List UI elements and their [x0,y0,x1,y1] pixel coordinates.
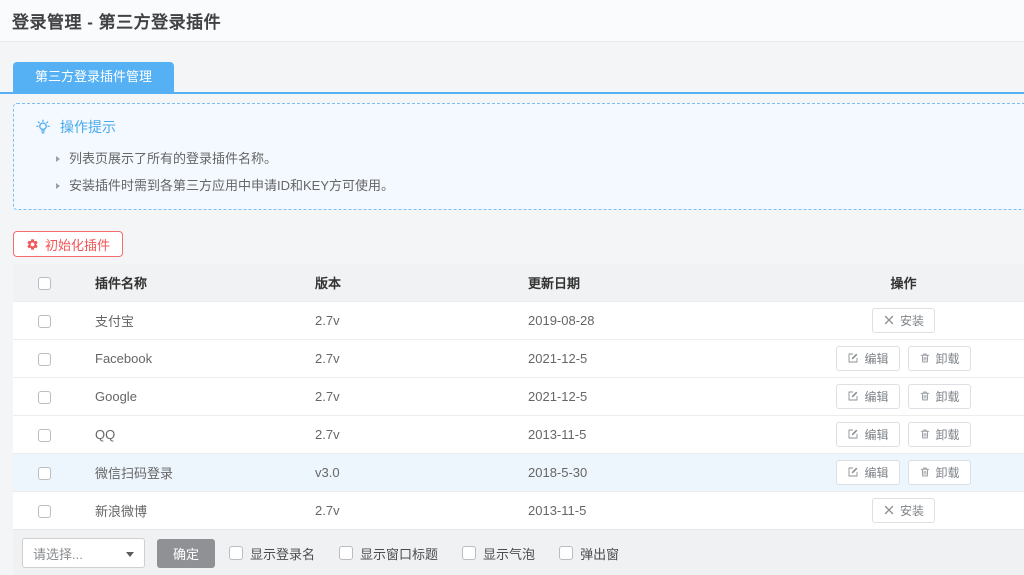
table-row: 支付宝2.7v2019-08-28 安装 [13,301,1024,339]
option-show-login-name[interactable]: 显示登录名 [229,544,315,563]
row-uninstall-button[interactable]: 卸载 [908,422,971,447]
plugin-name-cell: Facebook [75,339,295,377]
row-edit-button[interactable]: 编辑 [836,384,899,409]
update-date-cell: 2021-12-5 [508,377,783,415]
table-row: 新浪微博2.7v2013-11-5 安装 [13,491,1024,529]
table-header-row: 插件名称 版本 更新日期 操作 [13,264,1024,301]
confirm-button[interactable]: 确定 [157,539,215,568]
update-date-cell: 2019-08-28 [508,301,783,339]
trash-icon [919,466,931,478]
tab-strip: 第三方登录插件管理 [0,62,1024,94]
version-cell: 2.7v [295,339,508,377]
tip-item: 安装插件时需到各第三方应用中申请ID和KEY方可使用。 [56,172,1009,199]
operation-tips-panel: 操作提示 列表页展示了所有的登录插件名称。 安装插件时需到各第三方应用中申请ID… [13,103,1024,210]
tips-title: 操作提示 [60,117,116,137]
update-date-cell: 2018-5-30 [508,453,783,491]
version-cell: 2.7v [295,377,508,415]
trash-icon [919,428,931,440]
header-plugin-name: 插件名称 [75,264,295,301]
show-window-title-checkbox[interactable] [339,546,353,560]
row-checkbox[interactable] [38,315,51,328]
row-checkbox[interactable] [38,467,51,480]
version-cell: v3.0 [295,453,508,491]
tab-third-party-plugin-manage[interactable]: 第三方登录插件管理 [13,62,174,92]
option-show-window-title[interactable]: 显示窗口标题 [339,544,438,563]
edit-pencil-icon [847,466,859,478]
wrench-tools-icon [883,314,895,326]
row-checkbox[interactable] [38,353,51,366]
header-actions: 操作 [783,264,1024,301]
header-update-date: 更新日期 [508,264,783,301]
table-row: Facebook2.7v2021-12-5 编辑卸载 [13,339,1024,377]
row-checkbox[interactable] [38,505,51,518]
bullet-arrow-icon [56,156,60,162]
lightbulb-icon [34,118,52,136]
wrench-tools-icon [883,504,895,516]
update-date-cell: 2013-11-5 [508,491,783,529]
row-edit-button[interactable]: 编辑 [836,460,899,485]
plugin-name-cell: 支付宝 [75,301,295,339]
version-cell: 2.7v [295,491,508,529]
version-cell: 2.7v [295,415,508,453]
plugin-name-cell: 微信扫码登录 [75,453,295,491]
option-popup-window[interactable]: 弹出窗 [559,544,619,563]
row-uninstall-button[interactable]: 卸载 [908,384,971,409]
table-row: QQ2.7v2013-11-5 编辑卸载 [13,415,1024,453]
batch-action-select[interactable]: 请选择... [22,538,145,568]
page-header: 登录管理 - 第三方登录插件 [0,0,1024,42]
init-plugin-button[interactable]: 初始化插件 [13,231,123,257]
show-login-name-checkbox[interactable] [229,546,243,560]
caret-down-icon [126,552,134,557]
option-show-bubble[interactable]: 显示气泡 [462,544,535,563]
edit-pencil-icon [847,390,859,402]
gear-icon [26,238,39,251]
plugin-name-cell: 新浪微博 [75,491,295,529]
bullet-arrow-icon [56,183,60,189]
table-row: 微信扫码登录v3.02018-5-30 编辑卸载 [13,453,1024,491]
row-edit-button[interactable]: 编辑 [836,422,899,447]
popup-window-checkbox[interactable] [559,546,573,560]
init-plugin-label: 初始化插件 [45,235,110,254]
plugin-table: 插件名称 版本 更新日期 操作 支付宝2.7v2019-08-28安装Faceb… [13,264,1024,529]
plugin-table-body: 支付宝2.7v2019-08-28安装Facebook2.7v2021-12-5… [13,301,1024,529]
row-install-button[interactable]: 安装 [872,498,935,523]
show-bubble-checkbox[interactable] [462,546,476,560]
row-uninstall-button[interactable]: 卸载 [908,346,971,371]
version-cell: 2.7v [295,301,508,339]
trash-icon [919,352,931,364]
tip-item: 列表页展示了所有的登录插件名称。 [56,145,1009,172]
edit-pencil-icon [847,352,859,364]
table-row: Google2.7v2021-12-5 编辑卸载 [13,377,1024,415]
select-value: 请选择... [33,544,83,563]
select-all-checkbox[interactable] [38,277,51,290]
plugin-name-cell: QQ [75,415,295,453]
row-uninstall-button[interactable]: 卸载 [908,460,971,485]
row-install-button[interactable]: 安装 [872,308,935,333]
header-version: 版本 [295,264,508,301]
edit-pencil-icon [847,428,859,440]
update-date-cell: 2013-11-5 [508,415,783,453]
trash-icon [919,390,931,402]
row-checkbox[interactable] [38,429,51,442]
page-title: 登录管理 - 第三方登录插件 [12,8,221,33]
row-checkbox[interactable] [38,391,51,404]
update-date-cell: 2021-12-5 [508,339,783,377]
row-edit-button[interactable]: 编辑 [836,346,899,371]
table-footer-bar: 请选择... 确定 显示登录名 显示窗口标题 显示气泡 弹出窗 [13,529,1024,575]
plugin-name-cell: Google [75,377,295,415]
